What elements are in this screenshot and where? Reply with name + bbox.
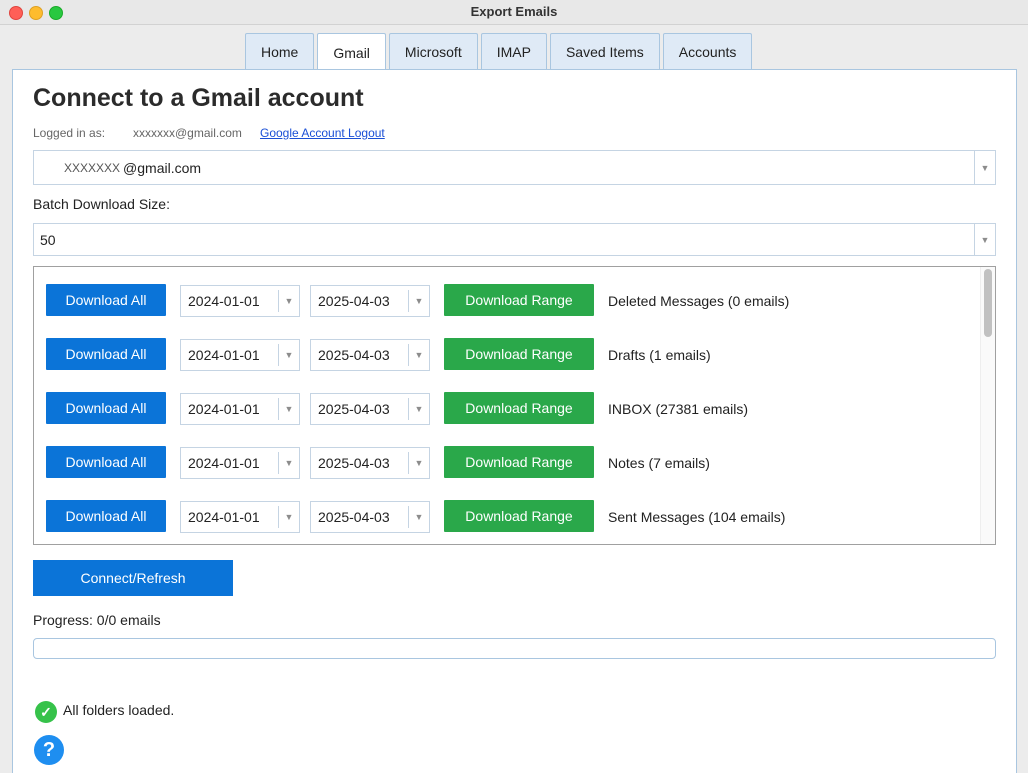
end-date-value: 2025-04-03	[318, 293, 390, 309]
batch-size-label: Batch Download Size:	[33, 196, 170, 212]
chevron-down-icon[interactable]: ▼	[278, 452, 299, 474]
download-all-button[interactable]: Download All	[46, 446, 166, 478]
end-date-value: 2025-04-03	[318, 347, 390, 363]
start-date-picker[interactable]: 2024-01-01 ▼	[180, 501, 300, 533]
end-date-picker[interactable]: 2025-04-03 ▼	[310, 501, 430, 533]
account-select-value: XXXXXXX @gmail.com	[64, 151, 201, 184]
check-circle-icon: ✓	[35, 701, 57, 723]
folder-row: Download All 2024-01-01 ▼ 2025-04-03 ▼ D…	[34, 338, 974, 372]
folder-row: Download All 2024-01-01 ▼ 2025-04-03 ▼ D…	[34, 446, 974, 480]
download-range-button[interactable]: Download Range	[444, 392, 594, 424]
download-all-button[interactable]: Download All	[46, 338, 166, 370]
end-date-picker[interactable]: 2025-04-03 ▼	[310, 393, 430, 425]
tab-microsoft[interactable]: Microsoft	[388, 33, 478, 69]
account-select-value-suffix: @gmail.com	[123, 159, 202, 176]
chevron-down-icon[interactable]: ▼	[974, 224, 995, 255]
folder-row: Download All 2024-01-01 ▼ 2025-04-03 ▼ D…	[34, 500, 974, 534]
status-message: All folders loaded.	[63, 702, 175, 718]
download-range-button[interactable]: Download Range	[444, 500, 594, 532]
chevron-down-icon[interactable]: ▼	[278, 290, 299, 312]
start-date-value: 2024-01-01	[188, 401, 260, 417]
download-all-button[interactable]: Download All	[46, 392, 166, 424]
folder-name: Notes (7 emails)	[608, 455, 710, 471]
chevron-down-icon[interactable]: ▼	[278, 398, 299, 420]
tab-accounts[interactable]: Accounts	[662, 33, 753, 69]
tab-bar: Home Gmail Microsoft IMAP Saved Items Ac…	[245, 33, 753, 71]
end-date-picker[interactable]: 2025-04-03 ▼	[310, 339, 430, 371]
end-date-value: 2025-04-03	[318, 509, 390, 525]
chevron-down-icon[interactable]: ▼	[408, 506, 429, 528]
connect-refresh-button[interactable]: Connect/Refresh	[33, 560, 233, 596]
download-range-button[interactable]: Download Range	[444, 284, 594, 316]
tab-home[interactable]: Home	[245, 33, 315, 69]
start-date-value: 2024-01-01	[188, 293, 260, 309]
chevron-down-icon[interactable]: ▼	[974, 151, 995, 184]
folder-list-scrollbar[interactable]	[980, 267, 995, 544]
start-date-value: 2024-01-01	[188, 347, 260, 363]
folder-name: INBOX (27381 emails)	[608, 401, 749, 417]
chevron-down-icon[interactable]: ▼	[408, 452, 429, 474]
download-range-button[interactable]: Download Range	[444, 338, 594, 370]
folder-row: Download All 2024-01-01 ▼ 2025-04-03 ▼ D…	[34, 392, 974, 426]
chevron-down-icon[interactable]: ▼	[278, 344, 299, 366]
end-date-picker[interactable]: 2025-04-03 ▼	[310, 285, 430, 317]
progress-bar	[33, 638, 996, 659]
end-date-value: 2025-04-03	[318, 455, 390, 471]
chevron-down-icon[interactable]: ▼	[278, 506, 299, 528]
scrollbar-thumb[interactable]	[984, 269, 992, 337]
help-icon[interactable]: ?	[34, 735, 64, 765]
folder-name: Deleted Messages (0 emails)	[608, 293, 790, 309]
logged-in-email: xxxxxxx@gmail.com	[133, 126, 242, 140]
folder-name: Drafts (1 emails)	[608, 347, 711, 363]
account-select-value-prefix: XXXXXXX	[64, 160, 121, 175]
window-title: Export Emails	[470, 4, 558, 19]
download-all-button[interactable]: Download All	[46, 284, 166, 316]
start-date-picker[interactable]: 2024-01-01 ▼	[180, 285, 300, 317]
batch-size-value: 50	[40, 231, 56, 248]
start-date-picker[interactable]: 2024-01-01 ▼	[180, 339, 300, 371]
download-range-button[interactable]: Download Range	[444, 446, 594, 478]
title-bar: Export Emails	[0, 0, 1028, 25]
folder-row: Download All 2024-01-01 ▼ 2025-04-03 ▼ D…	[34, 284, 974, 318]
start-date-picker[interactable]: 2024-01-01 ▼	[180, 393, 300, 425]
end-date-value: 2025-04-03	[318, 401, 390, 417]
tab-gmail[interactable]: Gmail	[317, 33, 386, 71]
batch-size-select[interactable]: 50 ▼	[33, 223, 996, 256]
tab-saved-items[interactable]: Saved Items	[549, 33, 660, 69]
account-select[interactable]: XXXXXXX @gmail.com ▼	[33, 150, 996, 185]
chevron-down-icon[interactable]: ▼	[408, 398, 429, 420]
google-logout-link[interactable]: Google Account Logout	[260, 126, 385, 140]
page-title: Connect to a Gmail account	[33, 84, 364, 112]
chevron-down-icon[interactable]: ▼	[408, 344, 429, 366]
download-all-button[interactable]: Download All	[46, 500, 166, 532]
progress-label: Progress: 0/0 emails	[33, 612, 161, 628]
start-date-value: 2024-01-01	[188, 509, 260, 525]
end-date-picker[interactable]: 2025-04-03 ▼	[310, 447, 430, 479]
folder-name: Sent Messages (104 emails)	[608, 509, 786, 525]
tab-imap[interactable]: IMAP	[480, 33, 547, 69]
chevron-down-icon[interactable]: ▼	[408, 290, 429, 312]
start-date-value: 2024-01-01	[188, 455, 260, 471]
start-date-picker[interactable]: 2024-01-01 ▼	[180, 447, 300, 479]
folder-list: Download All 2024-01-01 ▼ 2025-04-03 ▼ D…	[33, 266, 996, 545]
logged-in-label: Logged in as:	[33, 126, 106, 140]
gmail-panel: Connect to a Gmail account Logged in as:…	[12, 69, 1017, 773]
